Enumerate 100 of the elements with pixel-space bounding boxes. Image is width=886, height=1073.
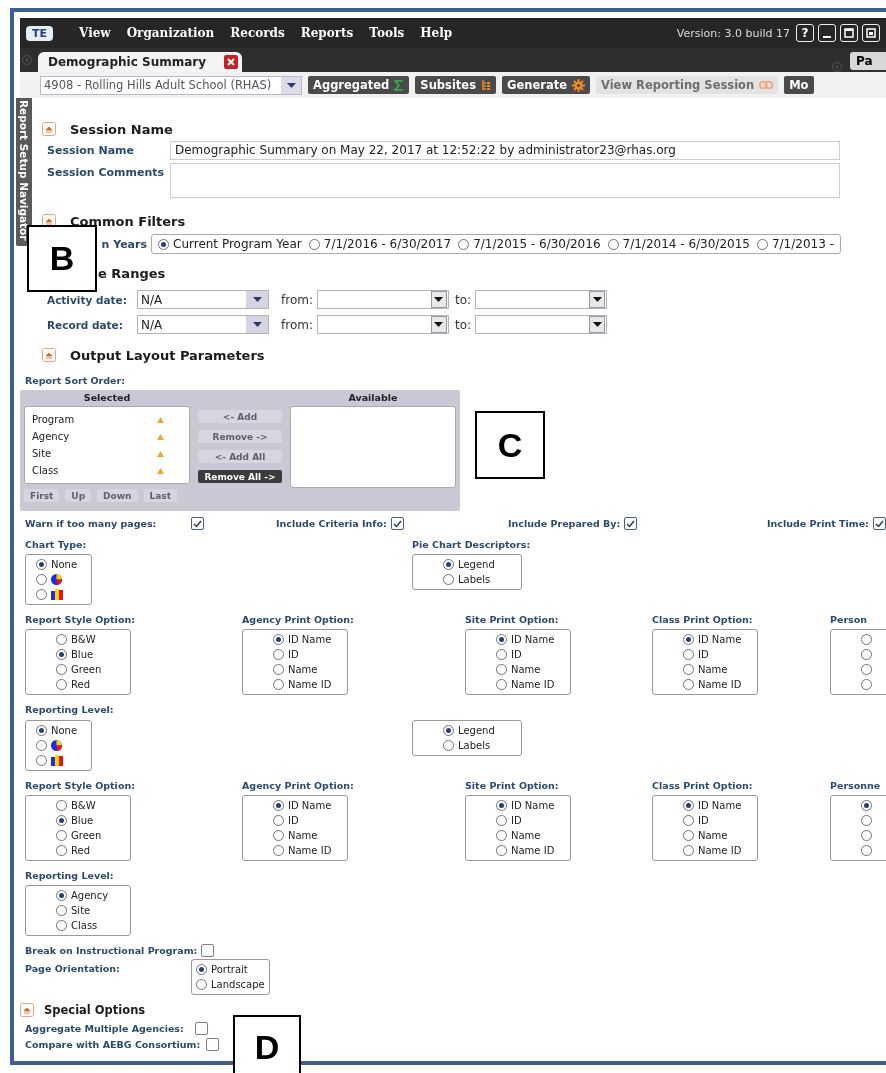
radio-button[interactable] xyxy=(273,664,284,675)
radio-button[interactable] xyxy=(496,649,507,660)
from-date-select[interactable] xyxy=(316,290,449,309)
move-button[interactable]: Remove All -> xyxy=(198,470,282,483)
maximize-button[interactable] xyxy=(840,24,858,42)
close-icon[interactable] xyxy=(224,55,239,69)
radio-button[interactable] xyxy=(36,755,47,766)
page-button[interactable]: Pa xyxy=(850,52,886,70)
radio-button[interactable] xyxy=(443,740,454,751)
radio-button[interactable] xyxy=(56,920,67,931)
list-item[interactable]: Agency xyxy=(32,431,70,442)
menu-item[interactable]: Reports xyxy=(300,26,354,40)
radio-button[interactable] xyxy=(56,905,67,916)
radio-button[interactable] xyxy=(196,964,207,975)
checkbox[interactable] xyxy=(206,1038,220,1051)
radio-button[interactable] xyxy=(496,830,507,841)
menu-item[interactable]: Help xyxy=(420,26,453,40)
restore-button[interactable] xyxy=(862,24,880,42)
radio-button[interactable] xyxy=(496,800,507,811)
radio-button[interactable] xyxy=(683,800,694,811)
radio-button[interactable] xyxy=(196,979,207,990)
radio-button[interactable] xyxy=(273,634,284,645)
radio-button[interactable] xyxy=(683,830,694,841)
radio-button[interactable] xyxy=(36,559,47,570)
radio-button[interactable] xyxy=(756,238,768,250)
radio-button[interactable] xyxy=(496,815,507,826)
menu-item[interactable]: Organization xyxy=(126,26,215,40)
toolbar-button[interactable]: Generate xyxy=(502,76,590,94)
radio-button[interactable] xyxy=(56,815,67,826)
radio-button[interactable] xyxy=(861,845,872,856)
radio-button[interactable] xyxy=(273,845,284,856)
radio-button[interactable] xyxy=(443,559,454,570)
radio-button[interactable] xyxy=(861,649,872,660)
radio-button[interactable] xyxy=(36,589,47,600)
available-list[interactable] xyxy=(290,406,456,488)
checkbox[interactable] xyxy=(872,517,886,530)
radio-button[interactable] xyxy=(273,800,284,811)
session-name-field[interactable]: Demographic Summary on May 22, 2017 at 12:52:22 by administrator23@rhas.org xyxy=(170,141,840,160)
radio-button[interactable] xyxy=(273,649,284,660)
radio-button[interactable] xyxy=(861,634,872,645)
minimize-button[interactable] xyxy=(818,24,836,42)
menu-item[interactable]: View xyxy=(79,26,111,40)
menu-item[interactable]: Records xyxy=(230,26,285,40)
help-button[interactable]: ? xyxy=(796,24,814,42)
from-date-select[interactable] xyxy=(316,315,449,334)
list-item[interactable]: Class xyxy=(32,465,59,476)
radio-button[interactable] xyxy=(273,679,284,690)
radio-button[interactable] xyxy=(36,574,47,585)
radio-button[interactable] xyxy=(496,845,507,856)
session-comments-field[interactable] xyxy=(170,163,840,198)
selected-list[interactable]: Program Agency Site Class xyxy=(24,406,190,484)
radio-button[interactable] xyxy=(496,679,507,690)
radio-button[interactable] xyxy=(56,634,67,645)
radio-button[interactable] xyxy=(36,725,47,736)
radio-button[interactable] xyxy=(458,238,470,250)
radio-button[interactable] xyxy=(308,238,320,250)
list-item[interactable]: Program xyxy=(32,414,75,425)
radio-button[interactable] xyxy=(56,649,67,660)
radio-button[interactable] xyxy=(273,830,284,841)
radio-button[interactable] xyxy=(158,238,169,250)
radio-button[interactable] xyxy=(56,800,67,811)
radio-button[interactable] xyxy=(443,725,454,736)
radio-button[interactable] xyxy=(56,830,67,841)
radio-button[interactable] xyxy=(36,740,47,751)
radio-button[interactable] xyxy=(683,649,694,660)
radio-button[interactable] xyxy=(273,815,284,826)
checkbox[interactable] xyxy=(195,1022,208,1035)
navigator-tab[interactable]: Report Setup Navigator xyxy=(16,98,32,246)
checkbox[interactable] xyxy=(201,944,215,957)
toolbar-button[interactable]: Subsites xyxy=(415,76,496,94)
document-tab[interactable]: Demographic Summary xyxy=(38,52,243,72)
radio-button[interactable] xyxy=(861,800,872,811)
radio-button[interactable] xyxy=(56,664,67,675)
radio-button[interactable] xyxy=(496,664,507,675)
radio-button[interactable] xyxy=(56,890,67,901)
to-date-select[interactable] xyxy=(475,315,608,334)
list-item[interactable]: Site xyxy=(32,448,52,459)
radio-button[interactable] xyxy=(683,664,694,675)
toolbar-button[interactable]: Mo xyxy=(784,76,814,94)
menu-item[interactable]: Tools xyxy=(369,26,405,40)
radio-button[interactable] xyxy=(861,679,872,690)
date-select[interactable]: N/A xyxy=(137,290,269,309)
radio-button[interactable] xyxy=(683,634,694,645)
radio-button[interactable] xyxy=(861,830,872,841)
date-select[interactable]: N/A xyxy=(137,315,269,334)
agency-select[interactable]: 4908 - Rolling Hills Adult School (RHAS) xyxy=(40,75,302,95)
radio-button[interactable] xyxy=(607,238,619,250)
radio-button[interactable] xyxy=(683,679,694,690)
radio-button[interactable] xyxy=(56,845,67,856)
radio-button[interactable] xyxy=(496,634,507,645)
radio-button[interactable] xyxy=(861,664,872,675)
radio-button[interactable] xyxy=(56,679,67,690)
toolbar-button[interactable]: Aggregated xyxy=(308,76,410,94)
radio-button[interactable] xyxy=(683,845,694,856)
radio-button[interactable] xyxy=(861,815,872,826)
checkbox[interactable] xyxy=(390,517,404,530)
radio-button[interactable] xyxy=(683,815,694,826)
checkbox[interactable] xyxy=(191,517,204,530)
checkbox[interactable] xyxy=(624,517,638,530)
radio-button[interactable] xyxy=(443,574,454,585)
